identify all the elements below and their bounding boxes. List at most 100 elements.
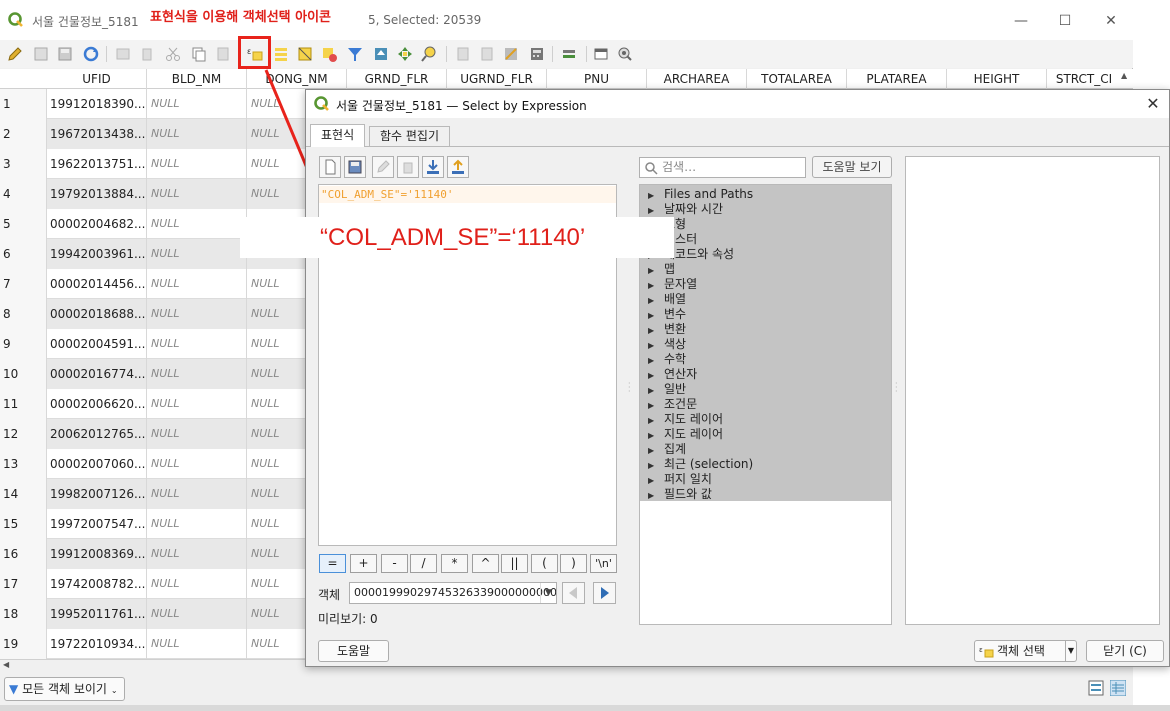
chevron-right-icon[interactable]: ▶: [640, 353, 654, 368]
column-header[interactable]: PLATAREA: [847, 69, 947, 89]
row-number[interactable]: 19: [0, 629, 47, 659]
pan-to-selection-icon[interactable]: [396, 45, 414, 63]
tab-function-editor[interactable]: 함수 편집기: [369, 126, 451, 146]
cell-dong-nm[interactable]: NULL: [247, 479, 307, 509]
save-edits-icon[interactable]: [56, 45, 74, 63]
new-field-icon[interactable]: [454, 45, 472, 63]
cell-ufid[interactable]: 19722010934...: [47, 629, 147, 659]
show-all-features-button[interactable]: ▼ 모든 객체 보이기 ⌄: [4, 677, 125, 701]
row-number[interactable]: 4: [0, 179, 47, 209]
cell-bld-nm[interactable]: NULL: [147, 629, 247, 659]
chevron-right-icon[interactable]: ▶: [640, 203, 654, 218]
cell-dong-nm[interactable]: NULL: [247, 269, 307, 299]
invert-selection-icon[interactable]: [296, 45, 314, 63]
delete-expression-button[interactable]: [397, 156, 419, 178]
cell-ufid[interactable]: 00002007060...: [47, 449, 147, 479]
cell-ufid[interactable]: 19972007547...: [47, 509, 147, 539]
minimize-button[interactable]: —: [1006, 8, 1036, 34]
cell-ufid[interactable]: 00002014456...: [47, 269, 147, 299]
maximize-button[interactable]: ☐: [1050, 8, 1080, 34]
select-all-icon[interactable]: [272, 45, 290, 63]
function-group-item[interactable]: ▶ 변환: [640, 322, 891, 337]
cell-ufid[interactable]: 00002018688...: [47, 299, 147, 329]
function-group-item[interactable]: ▶ 지도 레이어: [640, 412, 891, 427]
row-number[interactable]: 3: [0, 149, 47, 179]
cell-dong-nm[interactable]: NULL: [247, 179, 307, 209]
cell-ufid[interactable]: 19742008782...: [47, 569, 147, 599]
function-group-item[interactable]: ▶도형: [640, 217, 891, 232]
delete-field-icon[interactable]: [478, 45, 496, 63]
function-group-item[interactable]: ▶ Files and Paths: [640, 187, 891, 202]
cell-bld-nm[interactable]: NULL: [147, 209, 247, 239]
table-view-icon[interactable]: [1110, 680, 1126, 696]
chevron-right-icon[interactable]: ▶: [640, 368, 654, 383]
row-number[interactable]: 12: [0, 419, 47, 449]
cut-icon[interactable]: [164, 45, 182, 63]
row-number[interactable]: 9: [0, 329, 47, 359]
cell-ufid[interactable]: 00002004591...: [47, 329, 147, 359]
row-number[interactable]: 17: [0, 569, 47, 599]
import-expression-button[interactable]: [422, 156, 444, 178]
function-group-item[interactable]: ▶ 수학: [640, 352, 891, 367]
cell-dong-nm[interactable]: NULL: [247, 569, 307, 599]
cell-ufid[interactable]: 19622013751...: [47, 149, 147, 179]
tab-expression[interactable]: 표현식: [310, 124, 366, 147]
cell-bld-nm[interactable]: NULL: [147, 119, 247, 149]
cell-ufid[interactable]: 19952011761...: [47, 599, 147, 629]
function-group-item[interactable]: ▶ 일반: [640, 382, 891, 397]
select-features-dropdown[interactable]: ▼: [1066, 640, 1077, 662]
function-group-item[interactable]: ▶ 색상: [640, 337, 891, 352]
chevron-right-icon[interactable]: ▶: [640, 188, 654, 203]
function-group-item[interactable]: ▶ 변수: [640, 307, 891, 322]
cell-ufid[interactable]: 00002004682...: [47, 209, 147, 239]
cell-bld-nm[interactable]: NULL: [147, 239, 247, 269]
operator-minus-button[interactable]: -: [381, 554, 408, 573]
function-group-item[interactable]: ▶ 조건문: [640, 397, 891, 412]
chevron-right-icon[interactable]: ▶: [640, 383, 654, 398]
function-search-input[interactable]: 검색…: [639, 157, 806, 178]
expression-text[interactable]: "COL_ADM_SE"='11140': [319, 186, 616, 203]
column-header[interactable]: BLD_NM: [147, 69, 247, 89]
cell-ufid[interactable]: 20062012765...: [47, 419, 147, 449]
cell-bld-nm[interactable]: NULL: [147, 539, 247, 569]
function-group-item[interactable]: ▶ 날짜와 시간: [640, 202, 891, 217]
next-feature-button[interactable]: [593, 582, 616, 604]
cell-bld-nm[interactable]: NULL: [147, 269, 247, 299]
row-number[interactable]: 1: [0, 89, 47, 119]
save-expression-button[interactable]: [344, 156, 366, 178]
cell-bld-nm[interactable]: NULL: [147, 179, 247, 209]
operator-equals-button[interactable]: =: [319, 554, 346, 573]
row-number[interactable]: 18: [0, 599, 47, 629]
cell-ufid[interactable]: 19912008369...: [47, 539, 147, 569]
cell-ufid[interactable]: 19672013438...: [47, 119, 147, 149]
chevron-right-icon[interactable]: ▶: [640, 488, 654, 503]
chevron-right-icon[interactable]: ▶: [640, 263, 654, 278]
feature-select[interactable]: 00001999029745326339000000000 ▼: [349, 582, 557, 604]
cell-ufid[interactable]: 19912018390...: [47, 89, 147, 119]
dialog-close-icon[interactable]: ✕: [1142, 93, 1164, 115]
cell-bld-nm[interactable]: NULL: [147, 479, 247, 509]
cell-dong-nm[interactable]: NULL: [247, 149, 307, 179]
cell-dong-nm[interactable]: NULL: [247, 359, 307, 389]
function-group-item[interactable]: ▶ 퍼지 일치: [640, 472, 891, 487]
chevron-right-icon[interactable]: ▶: [640, 398, 654, 413]
export-expression-button[interactable]: [447, 156, 469, 178]
cell-dong-nm[interactable]: NULL: [247, 119, 307, 149]
cell-bld-nm[interactable]: NULL: [147, 329, 247, 359]
column-header[interactable]: GRND_FLR: [347, 69, 447, 89]
row-number[interactable]: 2: [0, 119, 47, 149]
function-group-item[interactable]: ▶래스터: [640, 232, 891, 247]
chevron-right-icon[interactable]: ▶: [640, 308, 654, 323]
chevron-right-icon[interactable]: ▶: [640, 293, 654, 308]
cell-ufid[interactable]: 00002016774...: [47, 359, 147, 389]
actions-icon[interactable]: [616, 45, 634, 63]
filter-icon[interactable]: [346, 45, 364, 63]
column-header[interactable]: UGRND_FLR: [447, 69, 547, 89]
cell-bld-nm[interactable]: NULL: [147, 89, 247, 119]
cell-dong-nm[interactable]: NULL: [247, 329, 307, 359]
cell-dong-nm[interactable]: NULL: [247, 509, 307, 539]
previous-feature-button[interactable]: [562, 582, 585, 604]
scroll-up-icon[interactable]: ▲: [1121, 71, 1131, 85]
operator-power-button[interactable]: ^: [472, 554, 499, 573]
edit-expression-button[interactable]: [372, 156, 394, 178]
